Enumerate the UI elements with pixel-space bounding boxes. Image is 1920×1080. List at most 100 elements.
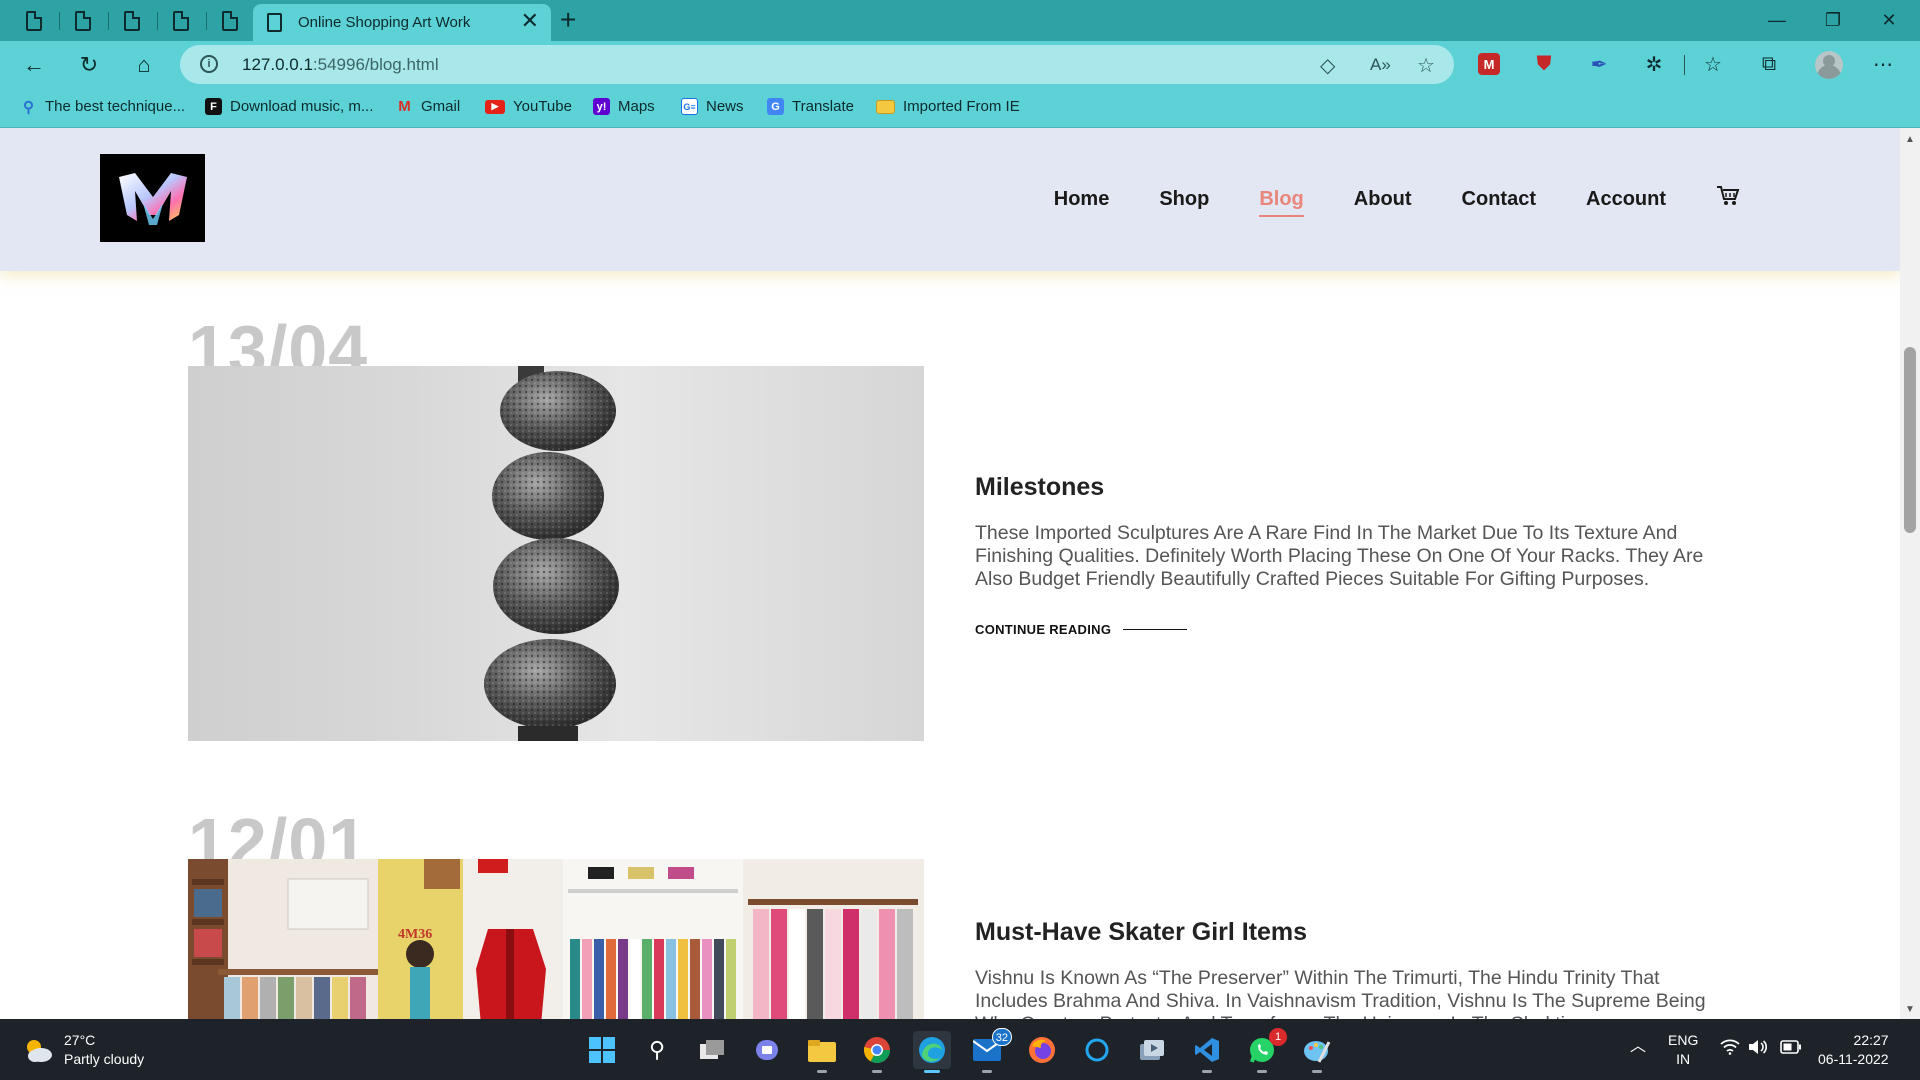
whatsapp-icon[interactable]: 1 xyxy=(1243,1028,1287,1073)
read-aloud-icon[interactable]: A» xyxy=(1370,55,1391,75)
bookmark-item[interactable]: Imported From IE xyxy=(876,98,1020,115)
close-window-button[interactable]: ✕ xyxy=(1869,6,1909,34)
edge-icon[interactable] xyxy=(913,1031,951,1073)
post-image[interactable]: 4M36 xyxy=(188,859,924,1019)
post-excerpt: Vishnu Is Known As “The Preserver” Withi… xyxy=(975,967,1706,1019)
post-title[interactable]: Milestones xyxy=(975,473,1104,502)
scroll-thumb[interactable] xyxy=(1904,347,1916,533)
wifi-icon[interactable] xyxy=(1720,1039,1740,1060)
page-icon xyxy=(173,10,189,31)
weather-desc: Partly cloudy xyxy=(64,1051,145,1067)
post-image[interactable] xyxy=(188,366,924,741)
pinned-tab[interactable] xyxy=(110,6,154,35)
nav-contact[interactable]: Contact xyxy=(1462,188,1536,211)
scroll-up-arrow-icon[interactable]: ▲ xyxy=(1905,134,1915,145)
bookmark-item[interactable]: F Download music, m... xyxy=(205,98,373,115)
favorites-icon[interactable]: ☆ xyxy=(1700,51,1726,77)
battery-icon[interactable] xyxy=(1780,1040,1802,1059)
partly-cloudy-icon xyxy=(27,1040,52,1062)
close-tab-icon[interactable]: ✕ xyxy=(521,10,539,32)
more-menu-icon[interactable]: ⋯ xyxy=(1870,51,1896,77)
post-excerpt: These Imported Sculptures Are A Rare Fin… xyxy=(975,522,1704,590)
volume-icon[interactable] xyxy=(1748,1039,1768,1060)
new-tab-button[interactable]: + xyxy=(560,3,576,37)
file-explorer-icon[interactable] xyxy=(803,1031,841,1073)
search-icon: ⚲ xyxy=(23,98,34,116)
shield-extension-icon[interactable]: ⛊ xyxy=(1531,51,1557,77)
nav-about[interactable]: About xyxy=(1354,188,1412,211)
bookmark-item[interactable]: M Gmail xyxy=(396,98,460,115)
refresh-icon[interactable]: ↻ xyxy=(71,49,107,81)
weather-temp: 27°C xyxy=(64,1032,96,1048)
search-icon[interactable]: ⚲ xyxy=(638,1031,676,1069)
bookmark-item[interactable]: ▶ YouTube xyxy=(485,98,572,115)
page-icon xyxy=(124,10,140,31)
chrome-icon[interactable] xyxy=(858,1031,896,1073)
profile-avatar[interactable] xyxy=(1815,51,1843,79)
vscode-icon[interactable] xyxy=(1188,1031,1226,1073)
minimize-button[interactable]: — xyxy=(1757,6,1797,34)
mcafee-extension-icon[interactable]: M xyxy=(1476,51,1502,77)
page-scrollbar[interactable]: ▲ ▼ xyxy=(1900,128,1920,1019)
page-icon xyxy=(26,10,42,31)
divider-line xyxy=(1123,629,1188,630)
collections-icon[interactable]: ⧉ xyxy=(1756,51,1782,77)
browser-toolbar: ← ↻ ⌂ i 127.0.0.1:54996/blog.html ◇ A» ☆… xyxy=(0,41,1920,89)
nav-shop[interactable]: Shop xyxy=(1159,188,1209,211)
page-viewport: Home Shop Blog About Contact Account 13/… xyxy=(0,128,1900,1019)
folder-icon xyxy=(876,99,895,114)
add-favorite-icon[interactable]: ☆ xyxy=(1417,53,1435,78)
gmail-icon: M xyxy=(398,98,411,115)
youtube-icon: ▶ xyxy=(485,99,505,114)
bookmark-item[interactable]: y! Maps xyxy=(593,98,655,115)
continue-reading-link[interactable]: CONTINUE READING xyxy=(975,622,1188,637)
browser-tab-strip: Online Shopping Art Work ✕ + — ❐ ✕ xyxy=(0,0,1920,41)
clock[interactable]: 22:27 06-11-2022 xyxy=(1818,1031,1889,1069)
video-editor-icon[interactable] xyxy=(1133,1031,1171,1069)
cart-icon[interactable] xyxy=(1716,185,1740,213)
bookmark-item[interactable]: G≡ News xyxy=(681,98,744,115)
extensions-icon[interactable]: ✲ xyxy=(1641,51,1667,77)
address-bar[interactable]: i 127.0.0.1:54996/blog.html ◇ A» ☆ xyxy=(180,45,1454,84)
page-icon xyxy=(267,13,282,32)
site-info-icon[interactable]: i xyxy=(200,55,218,73)
scroll-down-arrow-icon[interactable]: ▼ xyxy=(1905,1004,1915,1015)
url-text[interactable]: 127.0.0.1:54996/blog.html xyxy=(242,55,439,75)
restore-button[interactable]: ❐ xyxy=(1813,6,1853,34)
teams-chat-icon[interactable] xyxy=(748,1031,786,1069)
windows-taskbar: 27°C Partly cloudy ⚲ 32 1 ︿ ENG IN 22:27… xyxy=(0,1019,1920,1080)
pinned-tab[interactable] xyxy=(159,6,203,35)
main-nav: Home Shop Blog About Contact Account xyxy=(1004,185,1740,217)
bookmark-item[interactable]: ⚲ The best technique... xyxy=(20,98,185,116)
weather-widget[interactable]: 27°C Partly cloudy xyxy=(22,1031,144,1069)
pinned-tab[interactable] xyxy=(61,6,105,35)
language-indicator[interactable]: ENG IN xyxy=(1668,1031,1698,1069)
cortana-icon[interactable] xyxy=(1078,1031,1116,1069)
feather-extension-icon[interactable]: ✒ xyxy=(1586,51,1612,77)
home-icon[interactable]: ⌂ xyxy=(126,49,162,81)
tag-icon[interactable]: ◇ xyxy=(1320,53,1335,78)
task-view-icon[interactable] xyxy=(693,1031,731,1069)
nav-account[interactable]: Account xyxy=(1586,188,1666,211)
clothing-store-image xyxy=(188,859,924,1019)
bookmark-item[interactable]: G Translate xyxy=(767,98,854,115)
active-tab[interactable]: Online Shopping Art Work ✕ xyxy=(253,4,551,41)
translate-icon: G xyxy=(767,98,784,115)
show-hidden-icons-chevron-icon[interactable]: ︿ xyxy=(1630,1037,1646,1056)
nav-blog[interactable]: Blog xyxy=(1259,188,1305,217)
post-title[interactable]: Must-Have Skater Girl Items xyxy=(975,918,1307,947)
paint-icon[interactable] xyxy=(1298,1031,1336,1073)
pinned-tab[interactable] xyxy=(12,6,56,35)
news-icon: G≡ xyxy=(681,98,698,115)
back-arrow-icon[interactable]: ← xyxy=(16,49,52,81)
sculpture-image xyxy=(484,366,619,741)
tab-title: Online Shopping Art Work xyxy=(298,14,471,31)
mail-icon[interactable]: 32 xyxy=(968,1028,1012,1073)
pinned-tab[interactable] xyxy=(208,6,252,35)
firefox-icon[interactable] xyxy=(1023,1031,1061,1069)
whatsapp-badge: 1 xyxy=(1269,1028,1287,1046)
nav-home[interactable]: Home xyxy=(1054,188,1110,211)
start-button[interactable] xyxy=(583,1031,621,1069)
page-icon xyxy=(75,10,91,31)
site-logo[interactable] xyxy=(100,154,205,242)
